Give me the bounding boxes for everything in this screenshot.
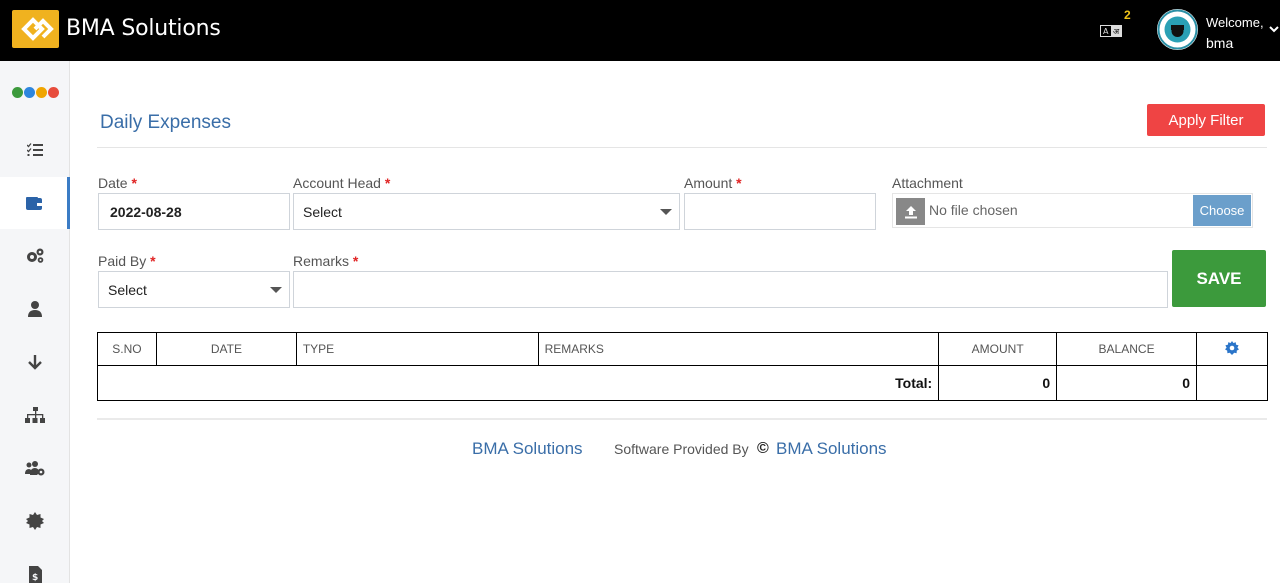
total-balance: 0: [1056, 365, 1198, 401]
expenses-table: S.NO DATE TYPE REMARKS AMOUNT BALANCE To…: [96, 332, 1268, 401]
invoice-icon: $: [28, 565, 42, 583]
dot-red: [48, 87, 59, 98]
sidebar-item-user-settings[interactable]: [0, 442, 70, 494]
user-menu[interactable]: Welcome, bma: [1206, 12, 1264, 54]
no-file-text: No file chosen: [929, 202, 1018, 218]
date-value: 2022-08-28: [110, 203, 182, 220]
app-brand-title[interactable]: BMA Solutions: [66, 16, 221, 41]
paid-by-value: Select: [108, 281, 147, 298]
gears-icon: [27, 248, 44, 263]
empty-cell: [1196, 365, 1268, 401]
date-label: Date *: [98, 175, 137, 191]
user-icon: [28, 301, 42, 317]
choose-file-button[interactable]: Choose: [1193, 195, 1251, 226]
total-label: Total:: [96, 365, 940, 401]
account-head-label: Account Head *: [293, 175, 391, 191]
bma-logo-icon[interactable]: [12, 10, 59, 48]
remarks-input[interactable]: [293, 271, 1168, 308]
sidebar-item-invoice[interactable]: $: [0, 548, 70, 583]
sidebar-item-hierarchy[interactable]: [0, 389, 70, 441]
table-total-row: Total: 0 0: [96, 365, 1268, 401]
required-mark: *: [131, 175, 137, 191]
total-amount: 0: [938, 365, 1058, 401]
badge-icon: [26, 512, 44, 530]
sidebar-item-settings[interactable]: [0, 230, 70, 282]
date-input[interactable]: 2022-08-28: [98, 193, 290, 230]
sidebar-item-badge[interactable]: [0, 495, 70, 547]
sidebar-item-expenses[interactable]: [0, 177, 70, 229]
dot-blue: [24, 87, 35, 98]
chevron-down-icon: [660, 208, 672, 215]
footer-provided-by: Software Provided By: [614, 441, 749, 457]
arrow-down-icon: [28, 355, 42, 370]
required-mark: *: [150, 253, 156, 269]
paid-by-label: Paid By *: [98, 253, 156, 269]
sidebar-item-download[interactable]: [0, 336, 70, 388]
dot-green: [12, 87, 23, 98]
sidebar-item-tasks[interactable]: [0, 124, 70, 176]
paid-by-select[interactable]: Select: [98, 271, 290, 308]
required-mark: *: [352, 253, 359, 269]
notification-badge: 2: [1124, 8, 1131, 22]
svg-text:अ: अ: [1113, 27, 1120, 36]
svg-text:$: $: [32, 573, 38, 583]
col-amount[interactable]: AMOUNT: [938, 332, 1058, 366]
upload-icon: [896, 198, 925, 225]
chevron-down-icon: [270, 286, 282, 293]
amount-label: Amount *: [684, 175, 742, 191]
copyright-icon: ©: [757, 440, 769, 457]
welcome-text: Welcome,: [1206, 15, 1264, 30]
divider: [97, 418, 1267, 420]
account-head-select[interactable]: Select: [293, 193, 680, 230]
col-type[interactable]: TYPE: [295, 332, 539, 366]
save-button[interactable]: SAVE: [1172, 250, 1266, 307]
required-mark: *: [736, 175, 742, 191]
wallet-icon: [25, 196, 42, 210]
table-header-row: S.NO DATE TYPE REMARKS AMOUNT BALANCE: [97, 332, 1268, 366]
required-mark: *: [384, 175, 391, 191]
page-title: Daily Expenses: [100, 112, 231, 133]
amount-input[interactable]: [684, 193, 876, 230]
column-settings[interactable]: [1196, 332, 1268, 366]
divider: [97, 147, 1267, 148]
col-remarks[interactable]: REMARKS: [537, 332, 940, 366]
app-dots-icon[interactable]: [12, 87, 59, 98]
avatar[interactable]: [1157, 9, 1198, 50]
remarks-label: Remarks *: [293, 253, 359, 269]
col-sno[interactable]: S.NO: [97, 332, 157, 366]
footer-brand-link[interactable]: BMA Solutions: [472, 439, 583, 459]
gear-icon: [1225, 340, 1239, 355]
language-icon[interactable]: A अ: [1100, 24, 1122, 37]
sidebar: $: [0, 61, 70, 583]
top-navbar: BMA Solutions A अ 2 Welcome, bma: [0, 0, 1280, 61]
chevron-down-icon[interactable]: [1268, 22, 1280, 34]
dot-orange: [36, 87, 47, 98]
sitemap-icon: [25, 407, 45, 423]
attachment-file-input[interactable]: No file chosen Choose: [892, 193, 1253, 228]
username-text: bma: [1206, 35, 1234, 51]
sidebar-item-users[interactable]: [0, 283, 70, 335]
footer-brand-link-2[interactable]: BMA Solutions: [776, 439, 887, 459]
users-gear-icon: [25, 460, 45, 475]
apply-filter-button[interactable]: Apply Filter: [1147, 104, 1265, 136]
col-balance[interactable]: BALANCE: [1056, 332, 1198, 366]
svg-text:A: A: [1103, 27, 1109, 36]
col-date[interactable]: DATE: [155, 332, 297, 366]
attachment-label: Attachment: [892, 175, 963, 191]
list-check-icon: [27, 143, 43, 156]
account-head-value: Select: [303, 203, 342, 220]
